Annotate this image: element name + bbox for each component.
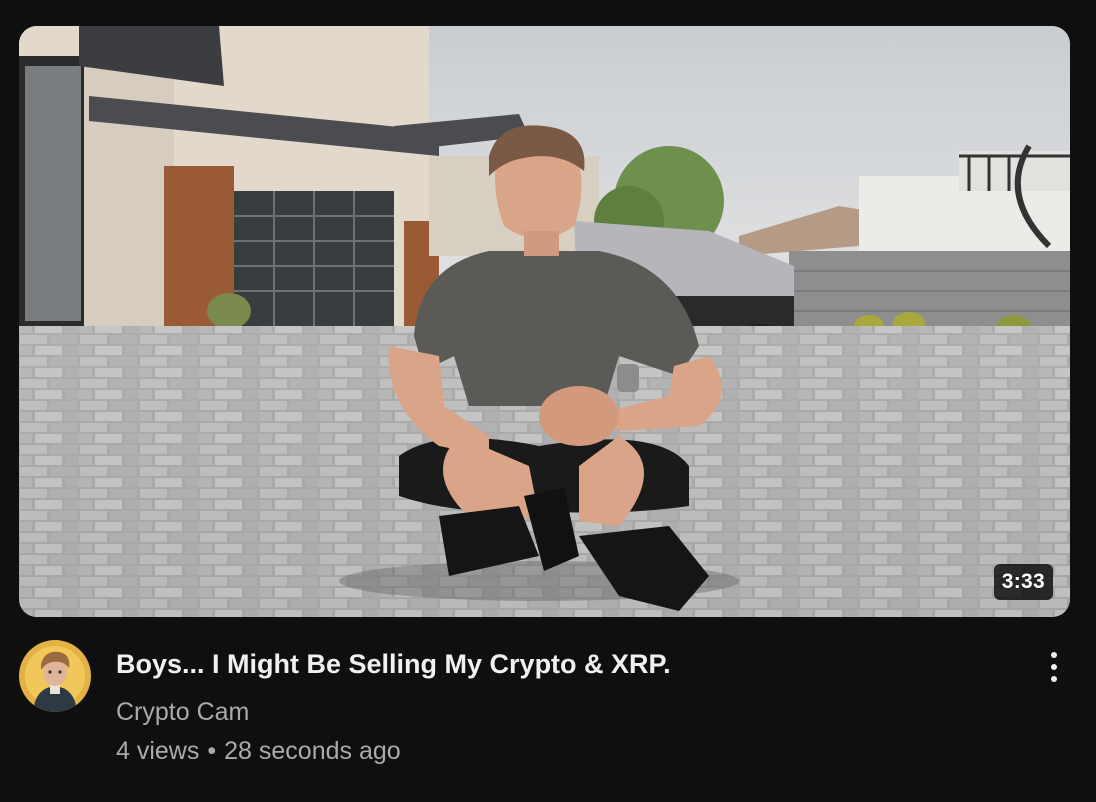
video-meta: Boys... I Might Be Selling My Crypto & X… xyxy=(116,645,1016,768)
menu-dot xyxy=(1051,676,1057,682)
video-thumbnail[interactable]: 3:33 xyxy=(19,26,1070,617)
video-stats: 4 views • 28 seconds ago xyxy=(116,734,1016,768)
thumbnail-image xyxy=(19,26,1070,617)
menu-dot xyxy=(1051,652,1057,658)
duration-badge: 3:33 xyxy=(993,564,1053,600)
channel-avatar[interactable] xyxy=(19,640,91,712)
channel-name[interactable]: Crypto Cam xyxy=(116,695,1016,729)
video-title[interactable]: Boys... I Might Be Selling My Crypto & X… xyxy=(116,645,1016,683)
separator-dot: • xyxy=(207,737,217,765)
upload-age: 28 seconds ago xyxy=(224,737,401,765)
avatar-image xyxy=(19,640,91,712)
view-count: 4 views xyxy=(116,737,200,765)
menu-dot xyxy=(1051,664,1057,670)
video-card: 3:33 Boys... I Might Be Selling My Crypt… xyxy=(0,0,1096,802)
more-vert-icon[interactable] xyxy=(1036,645,1072,689)
